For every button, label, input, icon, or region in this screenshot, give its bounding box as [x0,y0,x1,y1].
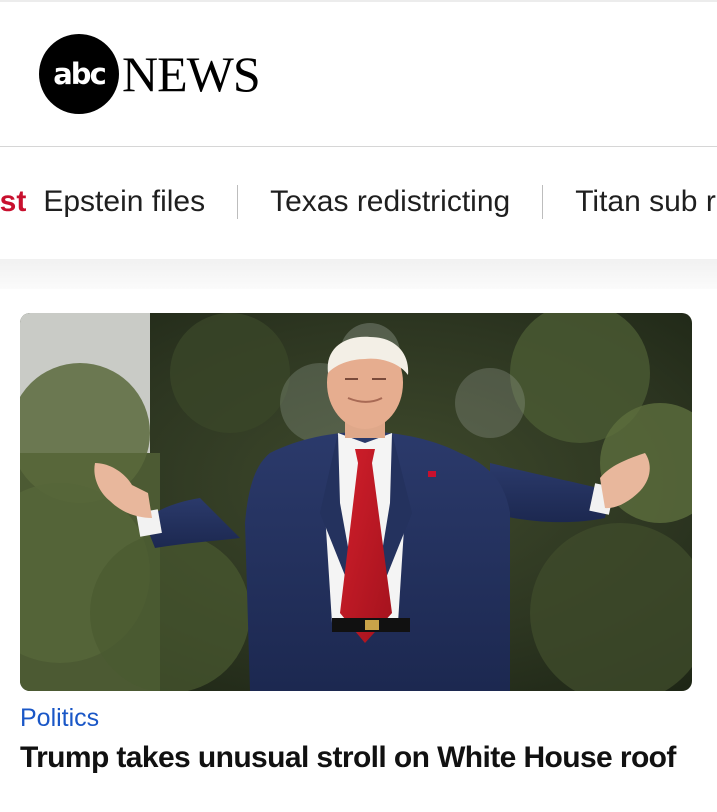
story-photo [20,313,692,691]
trending-separator [237,185,239,219]
trending-track: est Epstein files Texas redistricting Ti… [0,185,716,219]
trending-label: est [0,185,27,218]
trending-link-texas-redistricting[interactable]: Texas redistricting [270,185,510,219]
story-image[interactable] [20,313,692,691]
section-gap [0,259,717,289]
abc-news-logo[interactable]: abc NEWS [39,34,261,114]
story-category[interactable]: Politics [20,704,99,733]
news-wordmark: NEWS [122,46,261,102]
trending-link-epstein-files[interactable]: Epstein files [43,185,205,219]
story-headline[interactable]: Trump takes unusual stroll on White Hous… [20,741,676,775]
trending-link-titan-sub[interactable]: Titan sub r [575,185,716,219]
trending-bar: est Epstein files Texas redistricting Ti… [0,147,717,259]
site-header: abc NEWS [0,2,717,146]
page: abc NEWS est Epstein files Texas redistr… [0,0,717,812]
trending-separator [542,185,544,219]
abc-logo-circle: abc [39,34,119,114]
